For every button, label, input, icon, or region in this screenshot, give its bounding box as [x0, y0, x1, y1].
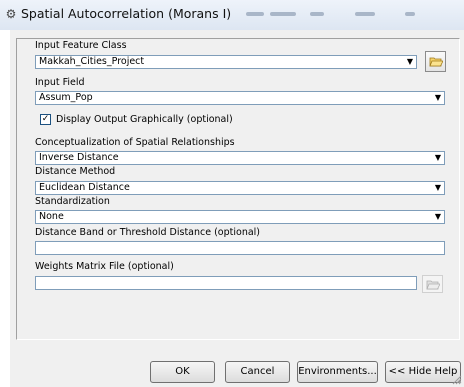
- distance-method-select[interactable]: Euclidean Distance: [35, 181, 445, 195]
- weights-matrix-label: Weights Matrix File (optional): [35, 261, 174, 272]
- chevron-down-icon[interactable]: ▼: [431, 181, 445, 195]
- input-field-label: Input Field: [35, 77, 85, 88]
- folder-open-icon: [429, 57, 443, 67]
- display-output-label: Display Output Graphically (optional): [56, 114, 233, 125]
- resize-grip-icon[interactable]: [452, 375, 462, 385]
- chevron-down-icon[interactable]: ▼: [431, 91, 445, 105]
- standardization-select[interactable]: None: [35, 210, 445, 224]
- title-decoration: [355, 12, 375, 16]
- hide-help-button[interactable]: << Hide Help: [385, 361, 461, 383]
- conceptualization-label: Conceptualization of Spatial Relationshi…: [35, 137, 235, 148]
- distance-method-label: Distance Method: [35, 166, 116, 177]
- title-decoration: [310, 12, 324, 16]
- cancel-button[interactable]: Cancel: [225, 361, 290, 383]
- folder-open-icon: [426, 280, 440, 290]
- input-feature-class-field[interactable]: Makkah_Cities_Project: [35, 55, 417, 69]
- display-output-checkbox[interactable]: ✓: [40, 114, 51, 125]
- window-title: Spatial Autocorrelation (Morans I): [21, 6, 232, 21]
- chevron-down-icon[interactable]: ▼: [403, 55, 417, 69]
- input-feature-class-label: Input Feature Class: [35, 40, 127, 51]
- weights-matrix-input[interactable]: [35, 276, 417, 290]
- standardization-label: Standardization: [35, 196, 110, 207]
- chevron-down-icon[interactable]: ▼: [431, 151, 445, 165]
- ok-button[interactable]: OK: [150, 361, 215, 383]
- browse-button[interactable]: [425, 51, 446, 72]
- tool-icon: ⚙: [5, 7, 17, 21]
- title-decoration: [270, 12, 296, 16]
- chevron-down-icon[interactable]: ▼: [431, 210, 445, 224]
- browse-weights-button[interactable]: [422, 275, 443, 293]
- distance-band-input[interactable]: [35, 241, 445, 255]
- conceptualization-select[interactable]: Inverse Distance: [35, 151, 445, 165]
- title-bar: ⚙ Spatial Autocorrelation (Morans I): [0, 0, 464, 30]
- input-field-select[interactable]: Assum_Pop: [35, 91, 445, 105]
- title-decoration: [405, 12, 415, 16]
- distance-band-label: Distance Band or Threshold Distance (opt…: [35, 227, 261, 238]
- environments-button[interactable]: Environments...: [297, 361, 378, 383]
- title-decoration: [246, 12, 264, 16]
